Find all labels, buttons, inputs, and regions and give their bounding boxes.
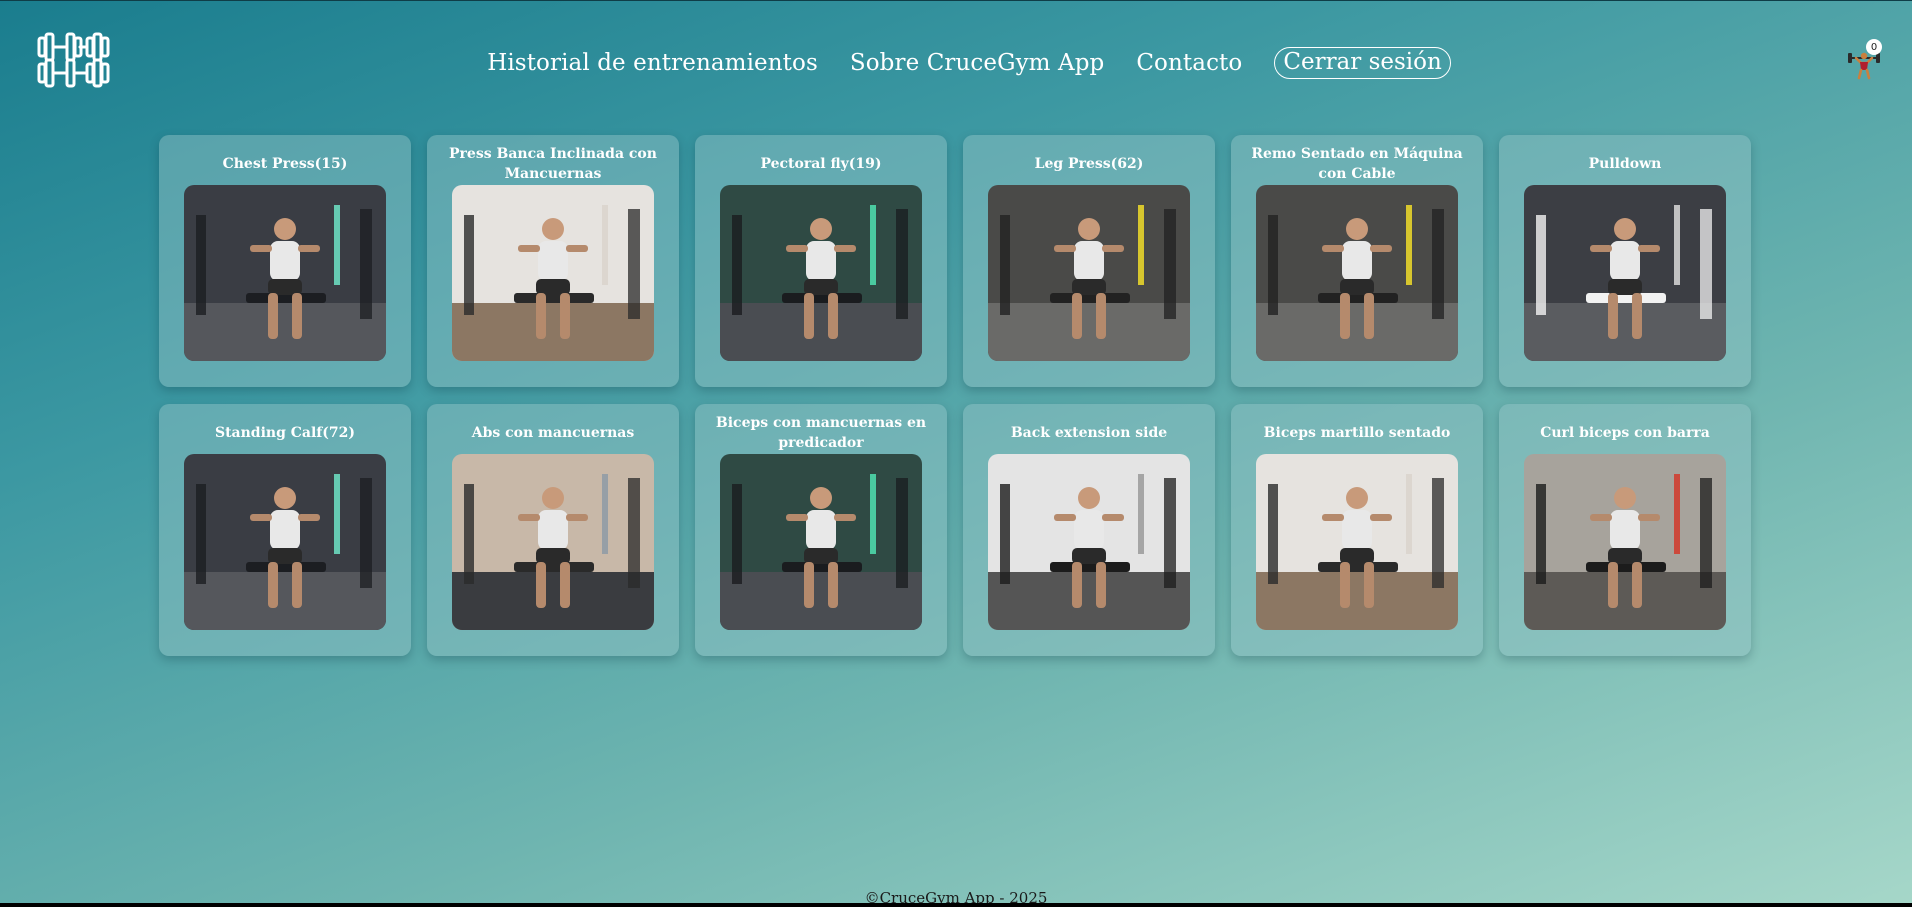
exercise-image[interactable]	[1524, 185, 1726, 361]
exercise-card[interactable]: Pectoral fly(19)	[695, 135, 947, 387]
exercise-title: Remo Sentado en Máquina con Cable	[1251, 146, 1463, 182]
exercise-card[interactable]: Back extension side	[963, 404, 1215, 656]
exercise-card[interactable]: Leg Press(62)	[963, 135, 1215, 387]
nav-link-historial[interactable]: Historial de entrenamientos	[487, 50, 818, 76]
exercise-photo	[988, 454, 1190, 630]
exercise-title: Back extension side	[1010, 425, 1168, 441]
main-nav: Historial de entrenamientos Sobre CruceG…	[0, 43, 1912, 83]
exercise-title: Standing Calf(72)	[214, 425, 356, 441]
exercise-photo	[1524, 185, 1726, 361]
exercise-image[interactable]	[988, 454, 1190, 630]
exercise-image[interactable]	[1256, 454, 1458, 630]
exercise-title: Biceps martillo sentado	[1263, 425, 1451, 441]
nav-link-contacto[interactable]: Contacto	[1136, 50, 1242, 76]
cart-button[interactable]: 0	[1846, 39, 1882, 81]
nav-link-sobre[interactable]: Sobre CruceGym App	[850, 50, 1105, 76]
exercise-title: Pulldown	[1588, 156, 1662, 172]
exercise-card[interactable]: Press Banca Inclinada con Mancuernas	[427, 135, 679, 387]
exercise-photo	[1524, 454, 1726, 630]
exercise-photo	[452, 454, 654, 630]
logout-button[interactable]: Cerrar sesión	[1274, 47, 1451, 79]
exercise-photo	[452, 185, 654, 361]
exercise-grid: Chest Press(15) Press Banca Inclinada co…	[159, 135, 1751, 656]
exercise-card[interactable]: Biceps martillo sentado	[1231, 404, 1483, 656]
exercise-image[interactable]	[184, 454, 386, 630]
exercise-image[interactable]	[1524, 454, 1726, 630]
exercise-photo	[1256, 454, 1458, 630]
exercise-title: Press Banca Inclinada con Mancuernas	[449, 146, 657, 182]
site-header: Historial de entrenamientos Sobre CruceG…	[0, 1, 1912, 121]
exercise-title: Biceps con mancuernas en predicador	[715, 415, 927, 451]
exercise-image[interactable]	[720, 185, 922, 361]
exercise-title: Curl biceps con barra	[1540, 425, 1710, 441]
exercise-photo	[184, 185, 386, 361]
exercise-card[interactable]: Curl biceps con barra	[1499, 404, 1751, 656]
exercise-title: Pectoral fly(19)	[760, 156, 882, 172]
exercise-card[interactable]: Biceps con mancuernas en predicador	[695, 404, 947, 656]
exercise-image[interactable]	[452, 454, 654, 630]
exercise-card[interactable]: Remo Sentado en Máquina con Cable	[1231, 135, 1483, 387]
exercise-image[interactable]	[184, 185, 386, 361]
exercise-card[interactable]: Chest Press(15)	[159, 135, 411, 387]
exercise-image[interactable]	[720, 454, 922, 630]
cart-count-badge: 0	[1866, 39, 1882, 55]
exercise-photo	[1256, 185, 1458, 361]
exercise-photo	[988, 185, 1190, 361]
exercise-photo	[720, 454, 922, 630]
exercise-image[interactable]	[988, 185, 1190, 361]
exercise-image[interactable]	[1256, 185, 1458, 361]
exercise-photo	[720, 185, 922, 361]
exercise-card[interactable]: Pulldown	[1499, 135, 1751, 387]
exercise-title: Leg Press(62)	[1034, 156, 1144, 172]
exercise-title: Chest Press(15)	[222, 156, 348, 172]
exercise-photo	[184, 454, 386, 630]
exercise-title: Abs con mancuernas	[471, 425, 635, 441]
exercise-card[interactable]: Standing Calf(72)	[159, 404, 411, 656]
exercise-card[interactable]: Abs con mancuernas	[427, 404, 679, 656]
exercise-image[interactable]	[452, 185, 654, 361]
window-bottom-edge	[0, 903, 1912, 907]
